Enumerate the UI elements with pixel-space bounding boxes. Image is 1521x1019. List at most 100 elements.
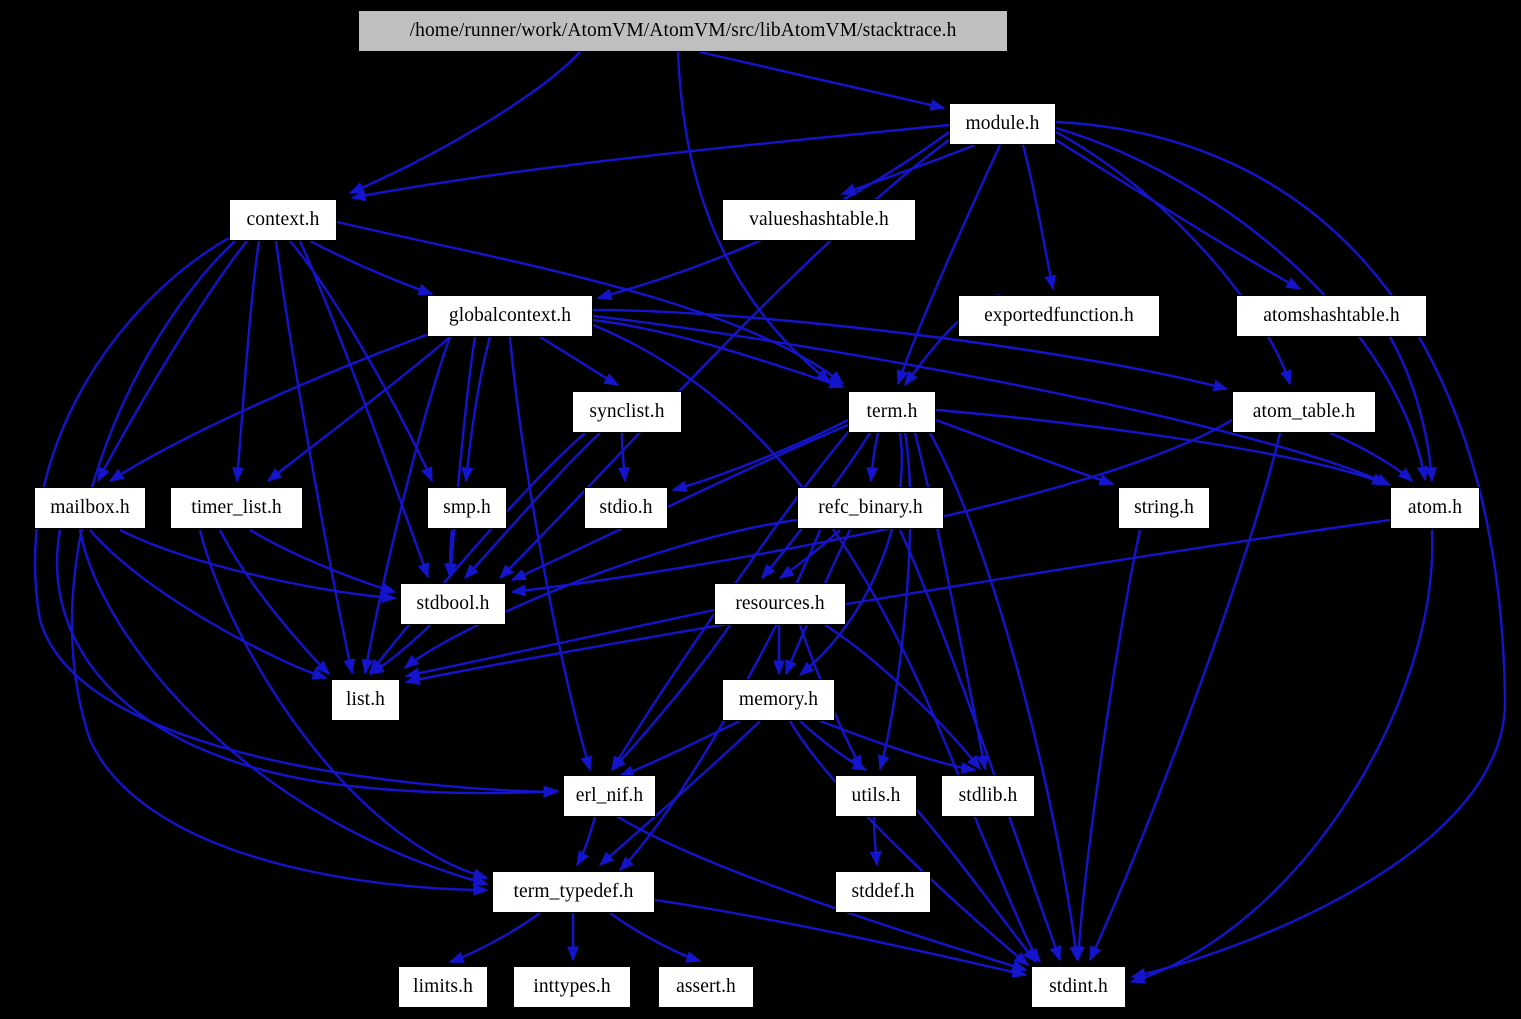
graph-node-stddef[interactable]: stddef.h bbox=[835, 871, 931, 913]
graph-arrowhead-context-to-smp bbox=[421, 466, 433, 483]
graph-edge-context-to-stdbool bbox=[298, 240, 430, 578]
graph-edge-erl_nif-to-stdint bbox=[609, 810, 1027, 972]
graph-edge-globalcontext-to-smp bbox=[464, 336, 492, 482]
graph-node-smp[interactable]: smp.h bbox=[427, 487, 507, 529]
graph-arrowhead-module-to-exportedfunction bbox=[1044, 274, 1057, 291]
graph-edge-context-to-timer_list bbox=[235, 240, 261, 482]
graph-arrowhead-timer_list-to-stdbool bbox=[380, 582, 397, 595]
graph-node-stdbool[interactable]: stdbool.h bbox=[400, 583, 506, 625]
graph-edge-term_typedef-to-assert bbox=[609, 912, 701, 963]
graph-arrowhead-refc_binary-to-memory bbox=[785, 659, 797, 676]
graph-arrowhead-timer_list-to-term_typedef bbox=[472, 868, 489, 881]
graph-arrowhead-stacktrace-to-module bbox=[929, 99, 946, 111]
graph-arrowhead-term_typedef-to-inttypes bbox=[567, 946, 579, 962]
graph-node-atom_table[interactable]: atom_table.h bbox=[1232, 391, 1376, 433]
graph-edge-term-to-string bbox=[935, 418, 1114, 486]
graph-edge-atom-to-stdint bbox=[1130, 529, 1434, 984]
graph-edge-stacktrace-to-context bbox=[349, 51, 581, 195]
graph-edge-module-to-atom_table bbox=[1055, 130, 1292, 385]
graph-edge-term-to-utils bbox=[878, 432, 912, 770]
graph-arrowhead-context-to-mailbox bbox=[97, 466, 110, 483]
graph-edge-memory-to-stdlib bbox=[819, 719, 976, 772]
graph-arrowhead-term-to-stdio bbox=[671, 480, 688, 493]
graph-edge-module-to-term bbox=[896, 144, 1002, 385]
graph-node-assert[interactable]: assert.h bbox=[658, 966, 754, 1008]
graph-edge-resources-to-erl_nif bbox=[611, 624, 731, 771]
graph-node-exportedfunction[interactable]: exportedfunction.h bbox=[958, 295, 1160, 337]
graph-edge-term-to-stdint bbox=[928, 432, 1079, 961]
graph-arrowhead-module-to-atomshashtable bbox=[1285, 277, 1302, 290]
graph-arrowhead-synclist-to-stdio bbox=[618, 467, 630, 483]
graph-arrowhead-module-to-globalcontext bbox=[596, 288, 613, 301]
graph-node-timer_list[interactable]: timer_list.h bbox=[170, 487, 303, 529]
graph-edge-term_typedef-to-limits bbox=[449, 912, 541, 964]
graph-node-mailbox[interactable]: mailbox.h bbox=[34, 487, 146, 529]
graph-arrowhead-refc_binary-to-resources bbox=[778, 565, 795, 579]
graph-node-valueshashtable[interactable]: valueshashtable.h bbox=[722, 199, 916, 241]
graph-edge-module-to-atomshashtable bbox=[1055, 138, 1301, 291]
graph-arrowhead-context-to-list bbox=[343, 658, 355, 675]
graph-node-memory[interactable]: memory.h bbox=[722, 679, 835, 721]
graph-edge-globalcontext-to-synclist bbox=[539, 335, 619, 387]
graph-arrowhead-term-to-refc_binary bbox=[866, 467, 878, 483]
graph-arrowhead-globalcontext-to-synclist bbox=[603, 373, 620, 386]
graph-node-resources[interactable]: resources.h bbox=[714, 583, 846, 625]
graph-arrowhead-mailbox-to-erl_nif bbox=[544, 785, 560, 798]
graph-edge-module-to-valueshashtable bbox=[841, 143, 976, 196]
graph-node-module[interactable]: module.h bbox=[949, 103, 1056, 145]
graph-edge-atomshashtable-to-atom bbox=[1388, 336, 1434, 482]
graph-node-synclist[interactable]: synclist.h bbox=[572, 391, 682, 433]
graph-arrowhead-globalcontext-to-smp bbox=[461, 466, 474, 483]
graph-edge-mailbox-to-stdbool bbox=[119, 528, 396, 600]
graph-node-stdint[interactable]: stdint.h bbox=[1031, 966, 1126, 1008]
graph-arrowhead-module-to-valueshashtable bbox=[840, 183, 857, 195]
include-dependency-graph: /home/runner/work/AtomVM/AtomVM/src/libA… bbox=[0, 0, 1521, 1019]
graph-node-utils[interactable]: utils.h bbox=[835, 775, 917, 817]
graph-arrowhead-context-to-stdbool bbox=[417, 562, 429, 579]
graph-edge-memory-to-stdint bbox=[788, 720, 1029, 966]
graph-node-atom[interactable]: atom.h bbox=[1390, 487, 1480, 529]
graph-node-term_typedef[interactable]: term_typedef.h bbox=[492, 871, 655, 913]
graph-edge-context-to-globalcontext bbox=[309, 239, 433, 296]
graph-node-stdio[interactable]: stdio.h bbox=[584, 487, 668, 529]
graph-edge-module-to-stdint bbox=[1055, 120, 1507, 979]
graph-edge-context-to-list bbox=[274, 240, 354, 674]
graph-node-stdlib[interactable]: stdlib.h bbox=[941, 775, 1035, 817]
graph-arrowhead-term_typedef-to-assert bbox=[685, 951, 702, 963]
graph-arrowhead-atom_table-to-atom bbox=[1397, 467, 1414, 482]
graph-edge-term-to-memory bbox=[799, 432, 904, 676]
graph-node-inttypes[interactable]: inttypes.h bbox=[513, 966, 631, 1008]
graph-node-list[interactable]: list.h bbox=[331, 679, 400, 721]
graph-node-globalcontext[interactable]: globalcontext.h bbox=[427, 295, 593, 337]
graph-node-erl_nif[interactable]: erl_nif.h bbox=[563, 775, 656, 817]
graph-node-atomshashtable[interactable]: atomshashtable.h bbox=[1236, 295, 1427, 337]
graph-arrowhead-erl_nif-to-term_typedef bbox=[576, 850, 589, 867]
graph-node-refc_binary[interactable]: refc_binary.h bbox=[797, 487, 944, 529]
graph-edge-module-to-exportedfunction bbox=[1021, 144, 1055, 290]
graph-arrowhead-context-to-term_typedef bbox=[473, 884, 489, 896]
graph-arrowhead-atomshashtable-to-atom bbox=[1425, 467, 1438, 483]
graph-node-limits[interactable]: limits.h bbox=[398, 966, 488, 1008]
graph-arrowhead-globalcontext-to-atom_table bbox=[1212, 379, 1229, 392]
graph-edge-globalcontext-to-stdbool bbox=[448, 336, 477, 578]
graph-arrowhead-globalcontext-to-erl_nif bbox=[580, 755, 592, 772]
graph-edge-string-to-stdint bbox=[1076, 529, 1142, 961]
graph-edge-utils-to-stdint bbox=[916, 809, 1037, 963]
graph-arrowhead-context-to-globalcontext bbox=[417, 283, 434, 296]
graph-arrowhead-refc_binary-to-list bbox=[403, 654, 420, 669]
graph-arrowhead-term-to-utils bbox=[878, 754, 890, 771]
graph-arrowhead-atom_table-to-stdint bbox=[1089, 945, 1102, 962]
graph-arrowhead-refc_binary-to-stdint bbox=[1049, 945, 1061, 962]
graph-edge-stacktrace-to-module bbox=[699, 50, 945, 110]
graph-arrowhead-atom_table-to-stdbool bbox=[510, 584, 527, 597]
graph-node-context[interactable]: context.h bbox=[229, 199, 337, 241]
graph-edge-term-to-stdio bbox=[672, 418, 849, 492]
graph-node-term[interactable]: term.h bbox=[848, 391, 936, 433]
graph-arrowhead-resources-to-memory bbox=[773, 660, 785, 676]
graph-node-stacktrace[interactable]: /home/runner/work/AtomVM/AtomVM/src/libA… bbox=[358, 10, 1008, 52]
graph-arrowhead-context-to-timer_list bbox=[232, 467, 245, 483]
graph-edge-atom-to-list bbox=[405, 518, 1391, 684]
graph-arrowhead-term_typedef-to-limits bbox=[448, 951, 465, 964]
graph-edge-synclist-to-list bbox=[369, 432, 586, 674]
graph-node-string[interactable]: string.h bbox=[1118, 487, 1210, 529]
